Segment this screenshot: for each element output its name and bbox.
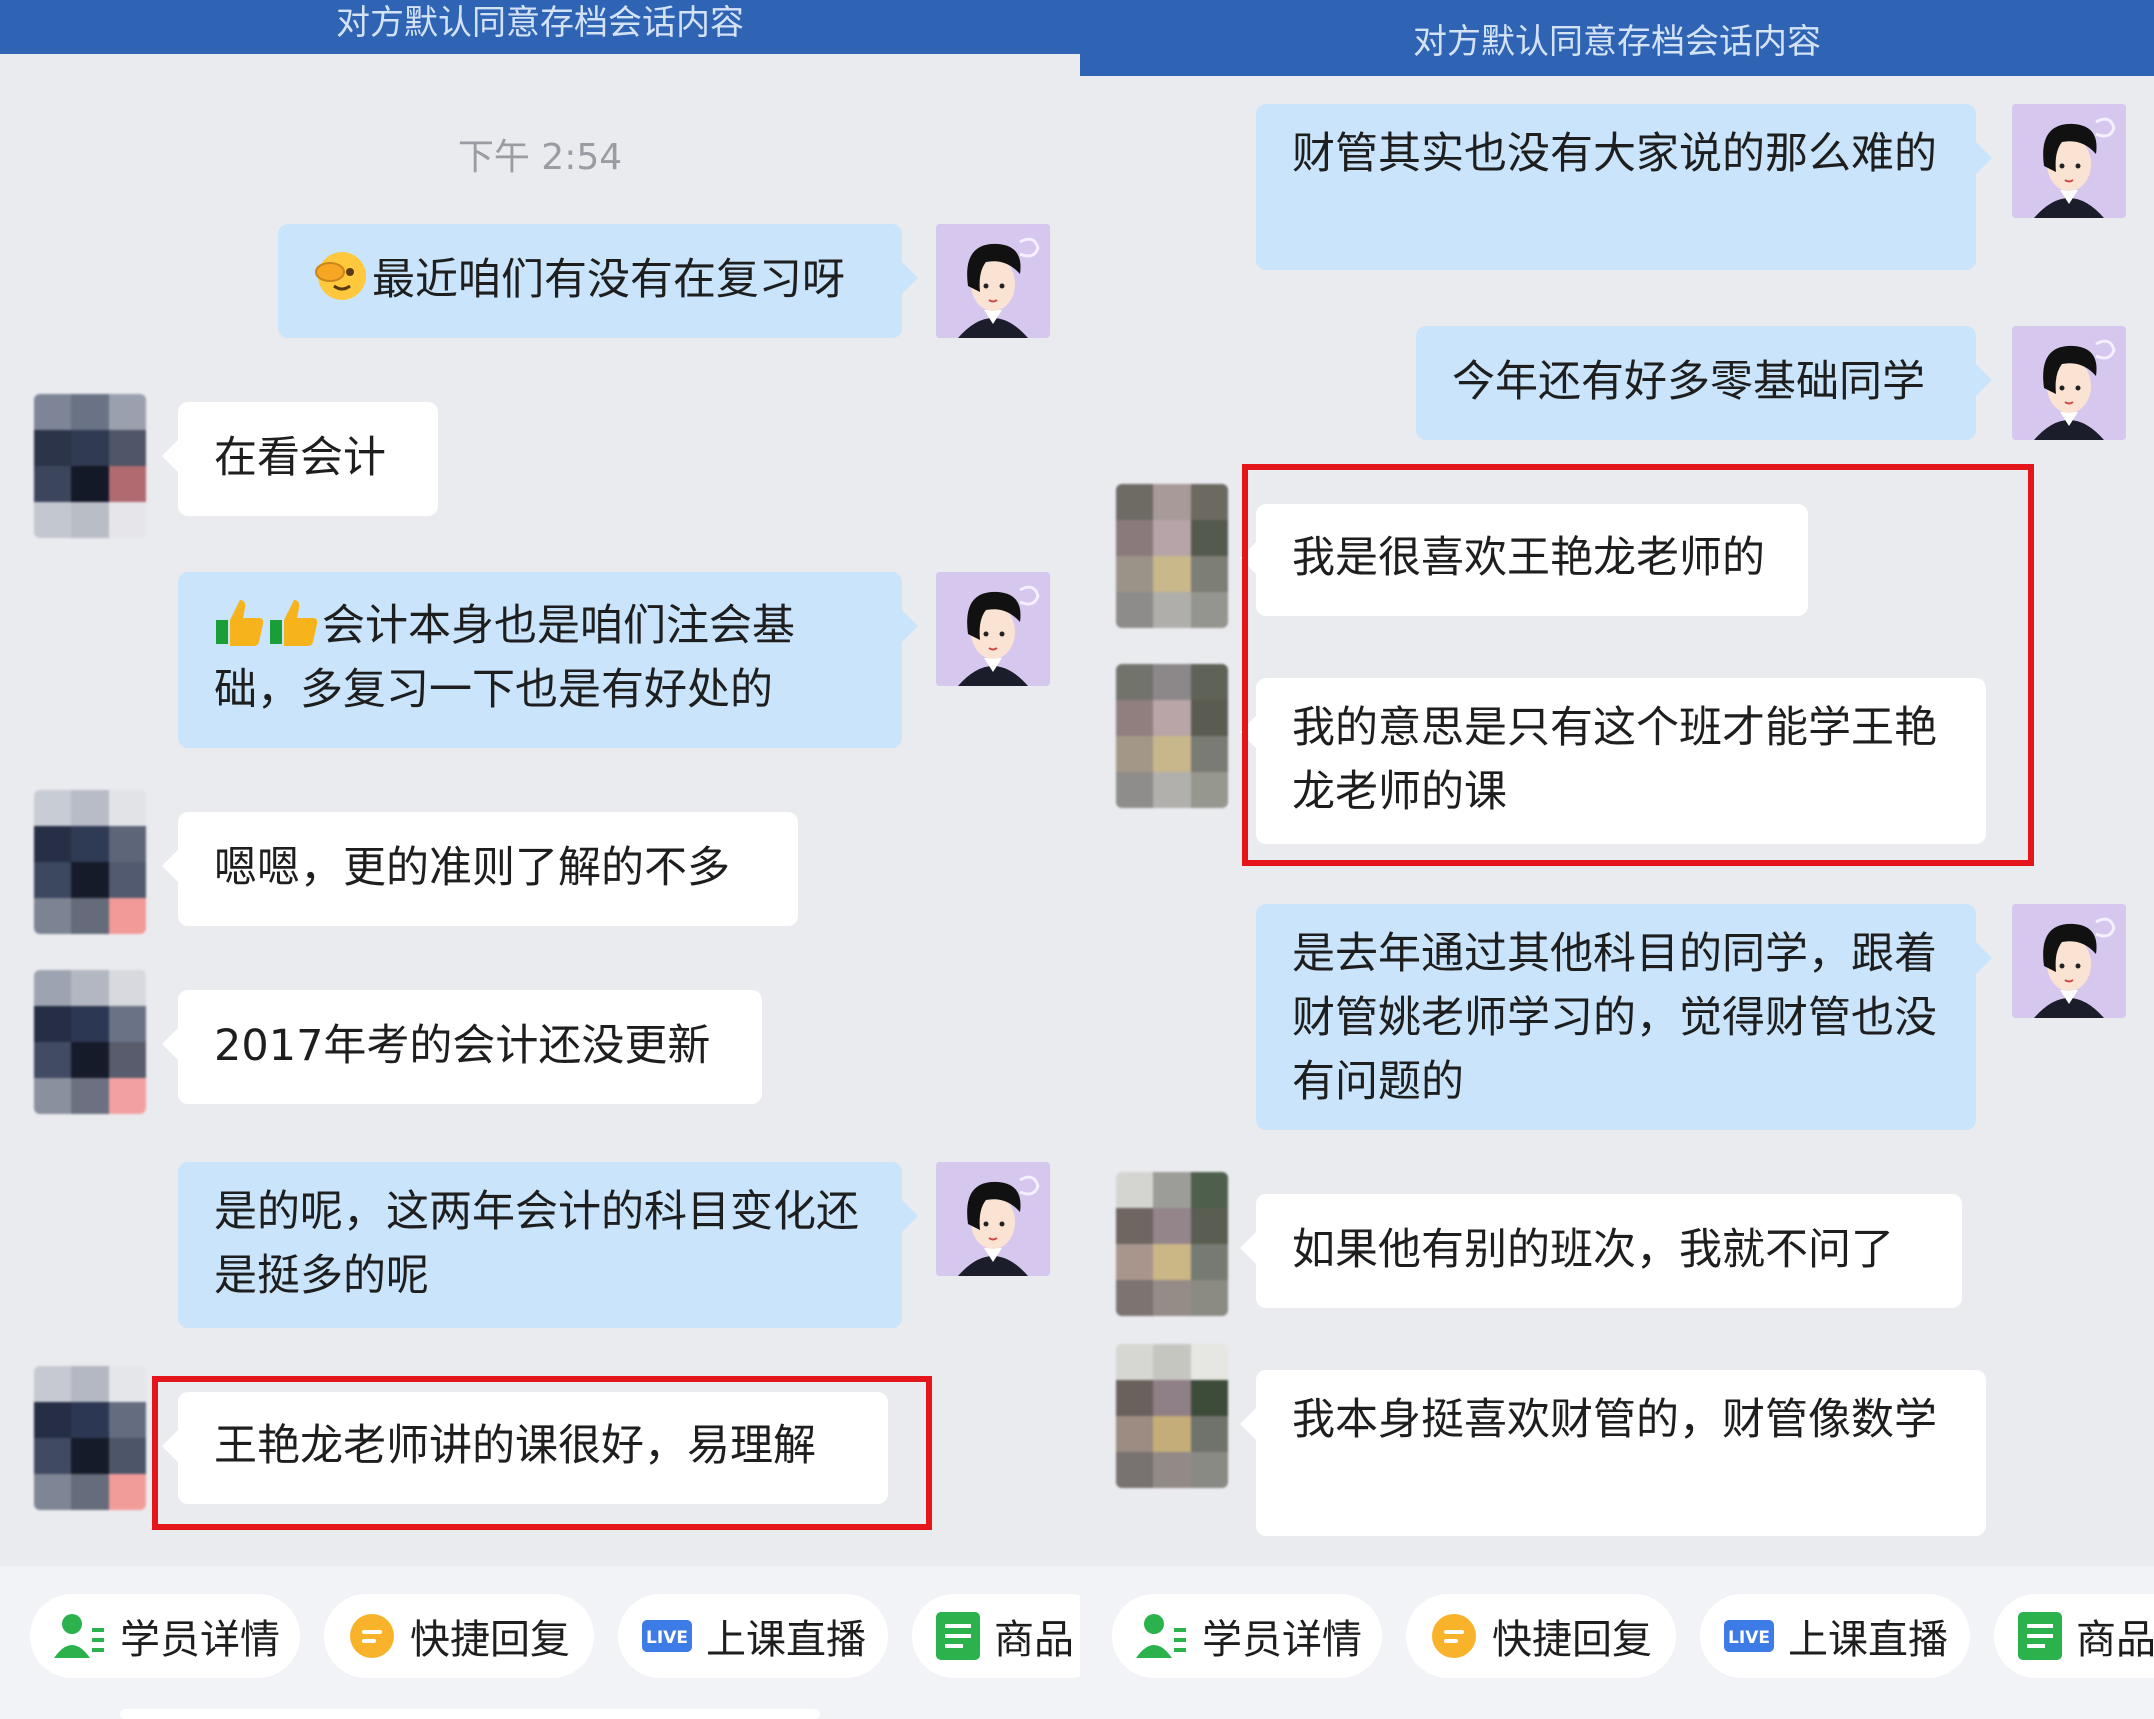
quick-action-toolbar: 学员详情 快捷回复 LIVE 上课直播 商品	[1080, 1566, 2154, 1719]
message-text: 是去年通过其他科目的同学，跟着财管姚老师学习的，觉得财管也没有问题的	[1292, 929, 1937, 1107]
student-details-label: 学员详情	[120, 1617, 280, 1663]
quick-reply-button[interactable]: 快捷回复	[1406, 1594, 1676, 1678]
message-text: 嗯嗯，更的准则了解的不多	[214, 843, 730, 893]
message-text: 我本身挺喜欢财管的，财管像数学	[1292, 1395, 1937, 1445]
quick-reply-label: 快捷回复	[410, 1617, 570, 1663]
student-message-bubble[interactable]: 嗯嗯，更的准则了解的不多	[162, 812, 798, 926]
message-text: 是的呢，这两年会计的科目变化还是挺多的呢	[214, 1187, 859, 1301]
student-avatar-pixelated[interactable]	[1116, 1172, 1228, 1316]
advisor-message-bubble[interactable]: 是的呢，这两年会计的科目变化还是挺多的呢	[178, 1162, 918, 1328]
message-text: 今年还有好多零基础同学	[1452, 357, 1925, 407]
student-details-label: 学员详情	[1202, 1617, 1362, 1663]
student-message-bubble[interactable]: 我本身挺喜欢财管的，财管像数学	[1240, 1370, 1986, 1536]
student-avatar-pixelated[interactable]	[34, 1366, 146, 1510]
advisor-avatar[interactable]	[2012, 104, 2126, 218]
thumbs-up-emoji	[214, 594, 266, 658]
quick-action-toolbar: 学员详情 快捷回复 LIVE 上课直播 商品	[0, 1566, 1080, 1719]
message-text: 2017年考的会计还没更新	[214, 1021, 711, 1071]
quick-reply-button[interactable]: 快捷回复	[324, 1594, 594, 1678]
student-avatar-pixelated[interactable]	[34, 790, 146, 934]
svg-text:LIVE: LIVE	[646, 1628, 688, 1648]
live-class-label: 上课直播	[1788, 1617, 1948, 1663]
advisor-message-bubble[interactable]: 会计本身也是咱们注会基础，多复习一下也是有好处的	[178, 572, 918, 748]
advisor-avatar-icon	[2012, 904, 2126, 1018]
products-label: 商品	[2076, 1617, 2154, 1663]
live-class-button[interactable]: LIVE 上课直播	[1700, 1594, 1970, 1678]
advisor-avatar[interactable]	[936, 1162, 1050, 1276]
product-list-icon	[936, 1612, 980, 1660]
advisor-message-bubble[interactable]: 是去年通过其他科目的同学，跟着财管姚老师学习的，觉得财管也没有问题的	[1256, 904, 1992, 1130]
advisor-avatar-icon	[936, 1162, 1050, 1276]
student-avatar-pixelated[interactable]	[34, 970, 146, 1114]
student-details-button[interactable]: 学员详情	[30, 1594, 300, 1678]
advisor-avatar[interactable]	[2012, 904, 2126, 1018]
student-avatar-pixelated[interactable]	[34, 394, 146, 538]
left-chat-screenshot: 对方默认同意存档会话内容 下午 2:54 最近咱们有没有在复习呀 在看会计 会计…	[0, 0, 1080, 1719]
quick-reply-icon	[348, 1612, 396, 1660]
advisor-avatar[interactable]	[936, 224, 1050, 338]
student-avatar-pixelated[interactable]	[1116, 484, 1228, 628]
message-text: 最近咱们有没有在复习呀	[372, 255, 845, 305]
products-label: 商品	[994, 1617, 1074, 1663]
student-message-bubble[interactable]: 如果他有别的班次，我就不问了	[1240, 1194, 1962, 1308]
archive-notice-banner: 对方默认同意存档会话内容	[1080, 0, 2154, 76]
svg-text:LIVE: LIVE	[1728, 1628, 1770, 1648]
advisor-avatar-icon	[936, 572, 1050, 686]
live-class-button[interactable]: LIVE 上课直播	[618, 1594, 888, 1678]
product-list-icon	[2018, 1612, 2062, 1660]
message-text: 在看会计	[214, 433, 386, 483]
quick-reply-icon	[1430, 1612, 1478, 1660]
right-chat-screenshot: 对方默认同意存档会话内容 财管其实也没有大家说的那么难的 今年还有好多零基础同学	[1080, 0, 2154, 1719]
message-text: 财管其实也没有大家说的那么难的	[1292, 129, 1937, 179]
advisor-message-bubble[interactable]: 今年还有好多零基础同学	[1416, 326, 1992, 440]
advisor-avatar[interactable]	[936, 572, 1050, 686]
red-highlight-box	[152, 1376, 932, 1530]
quick-reply-label: 快捷回复	[1492, 1617, 1652, 1663]
student-avatar-pixelated[interactable]	[1116, 664, 1228, 808]
live-icon: LIVE	[642, 1620, 692, 1652]
live-icon: LIVE	[1724, 1620, 1774, 1652]
student-avatar-pixelated[interactable]	[1116, 1344, 1228, 1488]
advisor-avatar-icon	[936, 224, 1050, 338]
message-timestamp: 下午 2:54	[457, 137, 623, 178]
student-details-button[interactable]: 学员详情	[1112, 1594, 1382, 1678]
advisor-avatar-icon	[2012, 326, 2126, 440]
student-message-bubble[interactable]: 2017年考的会计还没更新	[162, 990, 762, 1104]
advisor-avatar[interactable]	[2012, 326, 2126, 440]
archive-notice-banner: 对方默认同意存档会话内容	[0, 0, 1080, 54]
products-button[interactable]: 商品	[1994, 1594, 2154, 1678]
red-highlight-box	[1242, 464, 2034, 866]
advisor-message-bubble[interactable]: 最近咱们有没有在复习呀	[278, 224, 918, 338]
person-icon	[1136, 1612, 1188, 1660]
advisor-message-bubble[interactable]: 财管其实也没有大家说的那么难的	[1256, 104, 1992, 270]
home-indicator	[120, 1709, 820, 1719]
message-text: 如果他有别的班次，我就不问了	[1292, 1225, 1894, 1275]
thumbs-up-emoji	[268, 594, 320, 658]
advisor-avatar-icon	[2012, 104, 2126, 218]
live-class-label: 上课直播	[706, 1617, 866, 1663]
products-button[interactable]: 商品	[912, 1594, 1080, 1678]
person-icon	[54, 1612, 106, 1660]
student-message-bubble[interactable]: 在看会计	[162, 402, 438, 516]
face-covering-eye-emoji	[314, 248, 370, 312]
